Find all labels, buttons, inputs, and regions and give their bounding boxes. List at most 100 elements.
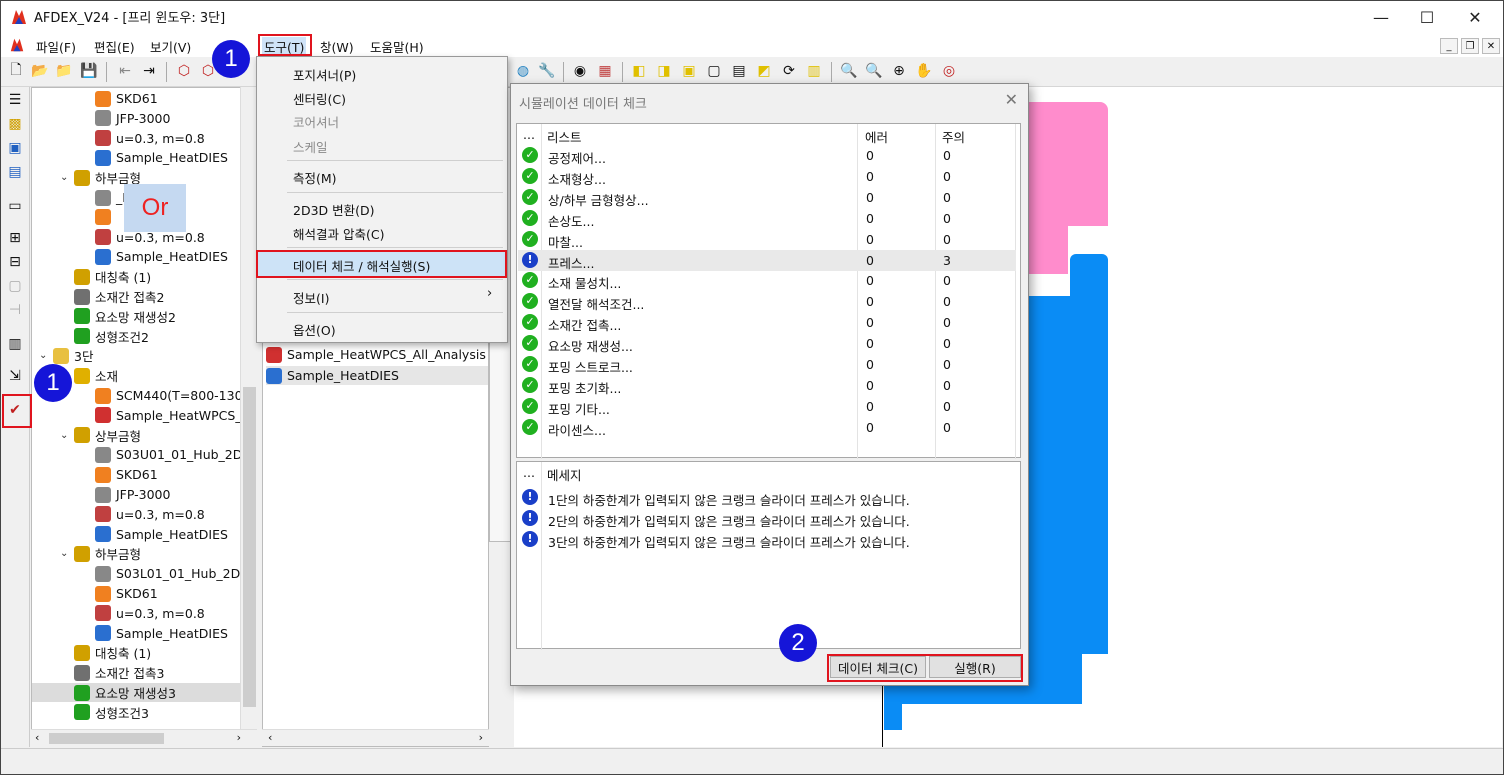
middle-horizontal-scrollbar[interactable]: ‹ › [262, 729, 489, 746]
tree-row[interactable]: Sample_HeatDIES [81, 525, 228, 544]
view-iso-icon[interactable]: ◧ [630, 62, 648, 80]
tree-row[interactable]: SKD61 [81, 89, 158, 108]
check-row[interactable]: ✓ 포밍 초기화... 0 0 [518, 375, 1016, 396]
view-front-icon[interactable]: ◨ [655, 62, 673, 80]
mdi-minimize-button[interactable]: _ [1440, 38, 1458, 54]
tree-row[interactable]: SKD61 [81, 465, 158, 484]
menu-item-positioner[interactable]: 포지셔너(P) [293, 65, 356, 84]
tree-row[interactable]: 성형조건2 [60, 327, 149, 346]
tree-row[interactable]: 대칭축 (1) [60, 643, 151, 662]
tree-row[interactable]: S03L01_01_Hub_2D [81, 564, 240, 583]
col-header-list[interactable]: 리스트 [547, 127, 582, 146]
target-icon[interactable]: ◎ [940, 62, 958, 80]
zoom-in-icon[interactable]: 🔍 [865, 62, 883, 80]
check-row[interactable]: ✓ 포밍 스트로크... 0 0 [518, 354, 1016, 375]
maximize-button[interactable]: ☐ [1404, 2, 1450, 32]
expand-caret-icon[interactable]: ⌄ [39, 350, 53, 361]
menu-item-2d3d-convert[interactable]: 2D3D 변환(D) [293, 200, 375, 219]
expand-caret-icon[interactable]: ⌄ [60, 172, 74, 183]
tree-row[interactable]: 소재간 접촉3 [60, 663, 164, 682]
message-row[interactable]: ! 1단의 하중한계가 입력되지 않은 크랭크 슬라이더 프레스가 있습니다. [518, 487, 1016, 508]
tree-row[interactable]: ⌄ 상부금형 [60, 426, 141, 445]
menu-file[interactable]: 파일(F) [34, 37, 78, 56]
close-button[interactable]: ✕ [1452, 2, 1498, 32]
globe-icon[interactable]: ◍ [514, 62, 532, 80]
menu-item-info[interactable]: 정보(I) [293, 288, 329, 307]
material-icon[interactable]: ▩ [5, 114, 25, 134]
expand-caret-icon[interactable]: ⌄ [60, 548, 74, 559]
tree-row[interactable]: JFP-3000 [81, 485, 170, 504]
tree-horizontal-scrollbar[interactable]: ‹ › [31, 729, 257, 746]
pan-hand-icon[interactable]: ✋ [915, 62, 933, 80]
menu-item-measure[interactable]: 측정(M) [293, 168, 337, 187]
tree-view-icon[interactable]: ☰ [5, 90, 25, 110]
message-row[interactable]: ! 2단의 하중한계가 입력되지 않은 크랭크 슬라이더 프레스가 있습니다. [518, 508, 1016, 529]
check-row[interactable]: ✓ 소재간 접촉... 0 0 [518, 312, 1016, 333]
import-icon[interactable]: ⇤ [116, 62, 134, 80]
tree-row[interactable]: ⌄ 하부금형 [60, 544, 141, 563]
tree-row[interactable]: 성형조건3 [60, 703, 149, 722]
check-row[interactable]: ✓ 상/하부 금형형상... 0 0 [518, 187, 1016, 208]
tree-row[interactable]: JFP-3000 [81, 109, 170, 128]
monitor-icon[interactable]: ▤ [5, 162, 25, 182]
tree-row[interactable] [81, 208, 116, 227]
print-view-icon[interactable]: ▥ [805, 62, 823, 80]
menu-item-options[interactable]: 옵션(O) [293, 320, 336, 339]
view-grid-icon[interactable]: ▤ [730, 62, 748, 80]
col-header-error[interactable]: 에러 [865, 127, 888, 146]
process-icon[interactable]: ▣ [5, 138, 25, 158]
check-row[interactable]: ✓ 소재형상... 0 0 [518, 166, 1016, 187]
tree-row[interactable]: 대칭축 (1) [60, 267, 151, 286]
menu-item-centering[interactable]: 센터링(C) [293, 89, 346, 108]
tree-vertical-scrollbar[interactable] [240, 87, 257, 732]
wrench-icon[interactable]: 🔧 [538, 62, 556, 80]
translate-icon[interactable]: ⇲ [5, 366, 25, 386]
tree-row[interactable]: 요소망 재생성2 [60, 307, 176, 326]
mid-item-wpcs[interactable]: Sample_HeatWPCS_All_Analysis [266, 345, 486, 364]
display-icon[interactable]: ▭ [5, 196, 25, 216]
save-icon[interactable]: 💾 [80, 62, 98, 80]
mdi-restore-button[interactable]: ❐ [1461, 38, 1479, 54]
dialog-close-icon[interactable]: ✕ [1005, 90, 1018, 109]
check-row[interactable]: ✓ 열전달 해석조건... 0 0 [518, 291, 1016, 312]
zoom-window-icon[interactable]: ⊕ [890, 62, 908, 80]
tree-row[interactable]: S03U01_01_Hub_2D [81, 445, 242, 464]
tree-row[interactable]: u=0.3, m=0.8 [81, 129, 205, 148]
cube-red-icon[interactable]: ⬡ [175, 62, 193, 80]
message-row[interactable]: ! 3단의 하중한계가 입력되지 않은 크랭크 슬라이더 프레스가 있습니다. [518, 529, 1016, 550]
check-row[interactable]: ✓ 포밍 기타... 0 0 [518, 396, 1016, 417]
menu-view[interactable]: 보기(V) [148, 37, 193, 56]
menu-item-scale[interactable]: 스케일 [293, 137, 328, 156]
tree-row[interactable]: Sample_HeatWPCS_ [81, 406, 242, 425]
view-wire-icon[interactable]: ▢ [705, 62, 723, 80]
camera-icon[interactable]: ◉ [571, 62, 589, 80]
tree-row[interactable]: Sample_HeatDIES [81, 148, 228, 167]
menu-item-corer[interactable]: 코어셔너 [293, 112, 339, 131]
tree-row[interactable]: SKD61 [81, 584, 158, 603]
cube-disabled-icon[interactable]: ▢ [5, 276, 25, 296]
view-cube-icon[interactable]: ▣ [680, 62, 698, 80]
check-row[interactable]: ✓ 마찰... 0 0 [518, 229, 1016, 250]
check-row[interactable]: ✓ 라이센스... 0 0 [518, 417, 1016, 438]
export-icon[interactable]: ⇥ [140, 62, 158, 80]
mdi-close-button[interactable]: ✕ [1482, 38, 1500, 54]
palette-icon[interactable]: ▦ [596, 62, 614, 80]
col-header-warning[interactable]: 주의 [942, 127, 965, 146]
minimize-button[interactable]: — [1358, 2, 1404, 32]
check-row[interactable]: ✓ 소재 물성치... 0 0 [518, 270, 1016, 291]
mid-item-dies[interactable]: Sample_HeatDIES [266, 366, 488, 385]
structure-icon[interactable]: ⊞ [5, 228, 25, 248]
msg-header-message[interactable]: 메세지 [547, 465, 582, 484]
tree-row[interactable]: ⌄ 3단 [39, 346, 93, 365]
menu-help[interactable]: 도움말(H) [368, 37, 426, 56]
check-row[interactable]: ✓ 요소망 재생성... 0 0 [518, 333, 1016, 354]
tree-row[interactable]: 소재간 접촉2 [60, 287, 164, 306]
check-row[interactable]: ! 프레스... 0 3 [518, 249, 1016, 271]
tree-row[interactable]: SCM440(T=800-130 [81, 386, 243, 405]
view-top-icon[interactable]: ◩ [755, 62, 773, 80]
hierarchy-icon[interactable]: ⊟ [5, 252, 25, 272]
menu-item-compress-results[interactable]: 해석결과 압축(C) [293, 224, 384, 243]
check-row[interactable]: ✓ 공정제어... 0 0 [518, 145, 1016, 166]
tree-row[interactable]: Sample_HeatDIES [81, 624, 228, 643]
tree-row[interactable]: u=0.3, m=0.8 [81, 604, 205, 623]
